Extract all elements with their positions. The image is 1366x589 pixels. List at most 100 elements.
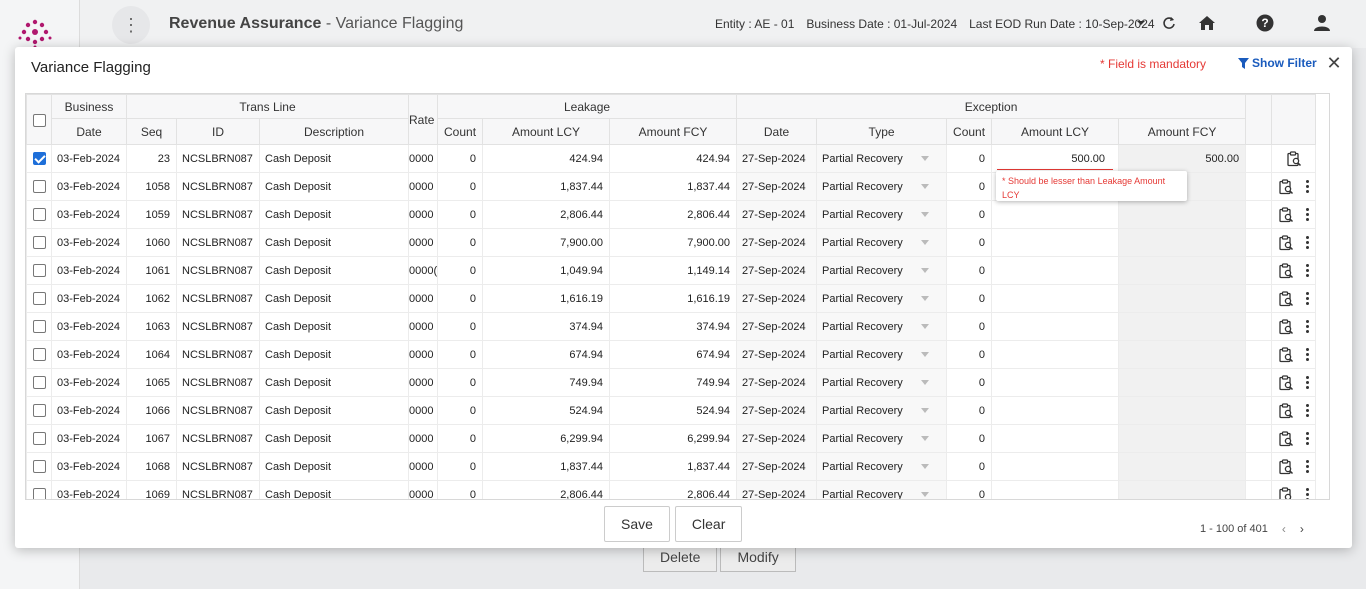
row-checkbox[interactable] [32,208,46,221]
row-checkbox[interactable] [32,404,46,417]
more-vertical-icon[interactable] [1305,460,1310,473]
exception-amount-lcy-input[interactable]: 500.00 [991,144,1120,173]
row-checkbox[interactable] [32,348,46,361]
next-page-icon[interactable]: › [1300,522,1304,536]
more-vertical-icon[interactable] [1305,180,1310,193]
exception-date-cell[interactable]: 27-Sep-2024 [736,480,818,499]
more-vertical-icon[interactable] [1305,292,1310,305]
table-row[interactable]: 03-Feb-2024 1061 NCSLBRN087 Cash Deposit 000… [26,256,1317,285]
exception-amount-lcy-input[interactable] [991,424,1120,453]
exception-type-select[interactable]: Partial Recovery [816,340,948,369]
row-checkbox[interactable] [32,460,46,473]
clear-button[interactable]: Clear [674,506,743,542]
exception-type-select[interactable]: Partial Recovery [816,424,948,453]
col-leakage-amount-lcy[interactable]: Amount LCY [482,118,611,145]
col-id[interactable]: ID [176,118,260,145]
clipboard-search-icon[interactable] [1278,374,1294,391]
exception-amount-lcy-input[interactable] [991,228,1120,257]
exception-type-select[interactable]: Partial Recovery [816,172,948,201]
clipboard-search-icon[interactable] [1278,318,1294,335]
exception-date-cell[interactable]: 27-Sep-2024 [736,228,818,257]
close-icon[interactable]: ✕ [1326,53,1342,74]
table-row[interactable]: 03-Feb-2024 1065 NCSLBRN087 Cash Deposit 000… [26,368,1317,397]
exception-amount-lcy-input[interactable] [991,256,1120,285]
exception-amount-lcy-input[interactable] [991,480,1120,499]
clipboard-search-icon[interactable] [1278,458,1294,475]
col-exception-type[interactable]: Type [816,118,948,145]
exception-date-cell[interactable]: 27-Sep-2024 [736,172,818,201]
clipboard-search-icon[interactable] [1278,290,1294,307]
app-menu-button[interactable]: ⋮ [112,6,150,44]
col-leakage-count[interactable]: Count [437,118,484,145]
exception-date-cell[interactable]: 27-Sep-2024 [736,424,818,453]
row-checkbox[interactable] [32,376,46,389]
select-all-checkbox[interactable] [32,113,46,127]
row-checkbox[interactable] [32,488,46,499]
more-vertical-icon[interactable] [1305,208,1310,221]
exception-amount-lcy-input[interactable] [991,340,1120,369]
table-row[interactable]: 03-Feb-2024 23 NCSLBRN087 Cash Deposit 0000 0… [26,144,1317,173]
table-row[interactable]: 03-Feb-2024 1059 NCSLBRN087 Cash Deposit 000… [26,200,1317,229]
table-row[interactable]: 03-Feb-2024 1060 NCSLBRN087 Cash Deposit 000… [26,228,1317,257]
more-vertical-icon[interactable] [1305,348,1310,361]
col-exception-count[interactable]: Count [946,118,993,145]
exception-type-select[interactable]: Partial Recovery [816,284,948,313]
clipboard-search-icon[interactable] [1278,430,1294,447]
more-vertical-icon[interactable] [1305,488,1310,499]
exception-type-select[interactable]: Partial Recovery [816,312,948,341]
exception-type-select[interactable]: Partial Recovery [816,480,948,499]
col-seq[interactable]: Seq [126,118,177,145]
chevron-down-icon[interactable] [1132,12,1150,34]
more-vertical-icon[interactable] [1305,376,1310,389]
col-exception-date[interactable]: Date [736,118,818,145]
table-row[interactable]: 03-Feb-2024 1068 NCSLBRN087 Cash Deposit 000… [26,452,1317,481]
more-vertical-icon[interactable] [1305,320,1310,333]
refresh-icon[interactable] [1158,12,1180,34]
row-checkbox[interactable] [32,236,46,249]
show-filter-button[interactable]: Show Filter [1238,56,1317,70]
exception-amount-lcy-input[interactable] [991,284,1120,313]
exception-type-select[interactable]: Partial Recovery [816,228,948,257]
exception-amount-lcy-input[interactable] [991,396,1120,425]
exception-type-select[interactable]: Partial Recovery [816,144,948,173]
clipboard-search-icon[interactable] [1278,262,1294,279]
clipboard-search-icon[interactable] [1278,402,1294,419]
more-vertical-icon[interactable] [1305,264,1310,277]
help-icon[interactable]: ? [1254,12,1276,34]
exception-type-select[interactable]: Partial Recovery [816,368,948,397]
clipboard-search-icon[interactable] [1278,206,1294,223]
col-exception-amount-lcy[interactable]: Amount LCY [991,118,1120,145]
home-icon[interactable] [1196,12,1218,34]
more-vertical-icon[interactable] [1305,432,1310,445]
col-exception-amount-fcy[interactable]: Amount FCY [1118,118,1247,145]
exception-date-cell[interactable]: 27-Sep-2024 [736,284,818,313]
prev-page-icon[interactable]: ‹ [1282,522,1286,536]
save-button[interactable]: Save [604,506,670,542]
clipboard-search-icon[interactable] [1278,178,1294,195]
clipboard-search-icon[interactable] [1286,150,1302,167]
table-row[interactable]: 03-Feb-2024 1066 NCSLBRN087 Cash Deposit 000… [26,396,1317,425]
col-business-date[interactable]: Date [51,118,127,145]
table-row[interactable]: 03-Feb-2024 1069 NCSLBRN087 Cash Deposit 000… [26,480,1317,499]
exception-amount-lcy-input[interactable] [991,452,1120,481]
user-icon[interactable] [1311,12,1333,34]
exception-date-cell[interactable]: 27-Sep-2024 [736,200,818,229]
more-vertical-icon[interactable] [1305,404,1310,417]
col-description[interactable]: Description [258,118,410,145]
exception-date-cell[interactable]: 27-Sep-2024 [736,312,818,341]
clipboard-search-icon[interactable] [1278,234,1294,251]
exception-amount-lcy-input[interactable] [991,368,1120,397]
table-row[interactable]: 03-Feb-2024 1062 NCSLBRN087 Cash Deposit 000… [26,284,1317,313]
exception-amount-lcy-input[interactable] [991,200,1120,229]
col-leakage-amount-fcy[interactable]: Amount FCY [609,118,738,145]
row-checkbox[interactable] [32,320,46,333]
row-checkbox[interactable] [32,180,46,193]
row-checkbox[interactable] [32,264,46,277]
clipboard-search-icon[interactable] [1278,346,1294,363]
exception-date-cell[interactable]: 27-Sep-2024 [736,368,818,397]
exception-date-cell[interactable]: 27-Sep-2024 [736,144,818,173]
row-checkbox[interactable] [32,152,46,165]
exception-date-cell[interactable]: 27-Sep-2024 [736,452,818,481]
table-row[interactable]: 03-Feb-2024 1063 NCSLBRN087 Cash Deposit 000… [26,312,1317,341]
exception-amount-lcy-input[interactable] [991,312,1120,341]
